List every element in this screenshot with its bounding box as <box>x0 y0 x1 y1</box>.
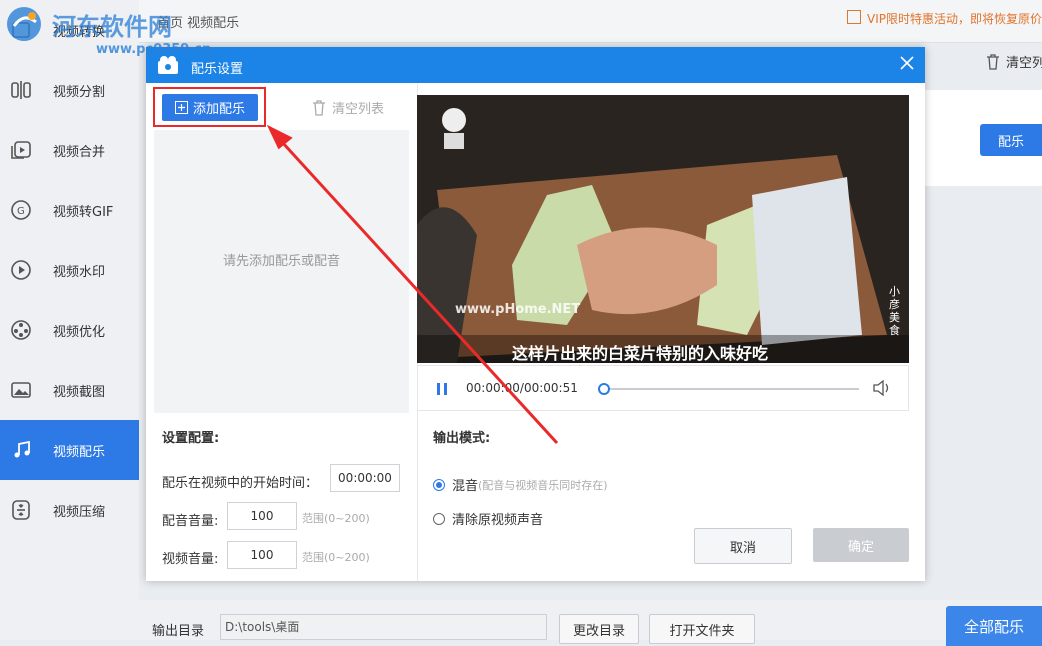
music-settings-dialog: 配乐设置 添加配乐 清空列表 请先添加配乐或配音 设置配置: 配乐在视频中的开始… <box>146 47 925 581</box>
mode-remove-audio-option[interactable]: 清除原视频声音 <box>433 509 543 528</box>
output-dir-label: 输出目录 <box>152 624 205 639</box>
clear-list-button[interactable]: 清空列表 <box>312 98 384 117</box>
video-site-watermark: www.pHome.NET <box>455 302 581 317</box>
watermark-url: www.pc0359.cn <box>96 42 212 57</box>
dub-volume-range: 范围(0~200) <box>302 512 370 525</box>
video-preview[interactable]: www.pHome.NET 这样片出来的白菜片特别的入味好吃 小彦美食 <box>417 95 909 363</box>
music-icon <box>10 439 32 461</box>
sidebar-item-label: 视频截图 <box>53 384 106 400</box>
config-title: 设置配置: <box>162 431 220 446</box>
sidebar-item-watermark[interactable]: 视频水印 <box>0 240 139 300</box>
all-dub-button[interactable]: 全部配乐 <box>946 606 1042 646</box>
app-logo-icon <box>158 56 178 74</box>
clear-all-button[interactable]: 清空列表 <box>986 52 1042 71</box>
video-subtitle: 这样片出来的白菜片特别的入味好吃 <box>512 344 769 363</box>
optimize-icon <box>10 319 32 341</box>
radio-button[interactable] <box>433 512 445 525</box>
vip-promo-link[interactable]: VIP限时特惠活动，即将恢复原价 <box>847 10 1042 27</box>
confirm-button[interactable]: 确定 <box>813 528 909 562</box>
sidebar-item-music[interactable]: 视频配乐 <box>0 420 139 480</box>
sidebar-item-split[interactable]: 视频分割 <box>0 60 139 120</box>
split-icon <box>10 79 32 101</box>
annotation-highlight-box <box>153 87 266 127</box>
sidebar-item-compress[interactable]: 视频压缩 <box>0 480 139 540</box>
sidebar-item-label: 视频水印 <box>53 264 106 280</box>
dub-volume-label: 配音音量: <box>162 514 219 529</box>
sidebar: 视频转换 视频分割 视频合并 G 视频转GIF 视频水印 视频优化 视频截图 视… <box>0 0 139 640</box>
merge-icon <box>10 139 32 161</box>
video-frame <box>417 95 909 363</box>
video-side-text: 小彦美食 <box>889 285 900 337</box>
gift-icon <box>847 10 861 24</box>
radio-button[interactable] <box>433 478 445 491</box>
sidebar-item-label: 视频转GIF <box>53 204 114 220</box>
watermark-logo <box>7 7 41 41</box>
trash-icon <box>987 53 999 70</box>
dialog-header: 配乐设置 <box>146 47 925 83</box>
mode-remove-audio-label: 清除原视频声音 <box>452 513 544 528</box>
watermark-title: 河东软件网 <box>52 11 172 41</box>
watermark-icon <box>10 259 32 281</box>
sidebar-item-label: 视频合并 <box>53 144 106 160</box>
gif-icon: G <box>10 199 32 221</box>
sidebar-item-merge[interactable]: 视频合并 <box>0 120 139 180</box>
close-icon[interactable] <box>899 55 915 71</box>
music-list: 请先添加配乐或配音 <box>154 130 409 413</box>
cancel-button[interactable]: 取消 <box>694 528 792 564</box>
bottom-bar: 输出目录 D:\tools\桌面 更改目录 打开文件夹 全部配乐 <box>139 600 1042 646</box>
dialog-title: 配乐设置 <box>191 62 244 77</box>
mode-mix-option[interactable]: 混音 (配音与视频音乐同时存在) <box>433 475 608 494</box>
video-volume-input[interactable]: 100 <box>227 541 297 569</box>
video-volume-range: 范围(0~200) <box>302 551 370 564</box>
sidebar-item-label: 视频优化 <box>53 324 106 340</box>
svg-text:G: G <box>17 206 25 217</box>
clear-all-label: 清空列表 <box>1006 56 1042 71</box>
player-controls: 00:00:00/00:00:51 <box>417 365 909 411</box>
start-time-input[interactable]: 00:00:00 <box>330 464 400 492</box>
sidebar-item-optimize[interactable]: 视频优化 <box>0 300 139 360</box>
screenshot-icon <box>10 379 32 401</box>
top-bar: 首页 视频配乐 VIP限时特惠活动，即将恢复原价 <box>139 0 1042 43</box>
sidebar-item-label: 视频配乐 <box>53 444 106 460</box>
mode-mix-hint: (配音与视频音乐同时存在) <box>478 478 608 492</box>
sidebar-item-label: 视频压缩 <box>53 504 106 520</box>
vip-promo-text: VIP限时特惠活动，即将恢复原价 <box>867 12 1042 26</box>
dub-volume-input[interactable]: 100 <box>227 502 297 530</box>
sidebar-item-screenshot[interactable]: 视频截图 <box>0 360 139 420</box>
compress-icon <box>10 499 32 521</box>
empty-hint: 请先添加配乐或配音 <box>222 254 340 269</box>
volume-icon[interactable] <box>873 380 891 396</box>
playback-time: 00:00:00/00:00:51 <box>466 381 578 395</box>
sidebar-item-label: 视频分割 <box>53 84 106 100</box>
output-dir-field[interactable]: D:\tools\桌面 <box>220 614 547 640</box>
site-watermark: 河东软件网 www.pc0359.cn <box>4 4 211 57</box>
dub-button[interactable]: 配乐 <box>980 124 1042 156</box>
pause-icon[interactable] <box>435 382 449 396</box>
progress-track[interactable] <box>602 388 859 390</box>
mode-mix-label: 混音 <box>452 479 479 494</box>
output-mode-title: 输出模式: <box>433 431 491 446</box>
start-time-label: 配乐在视频中的开始时间： <box>162 476 319 491</box>
progress-handle[interactable] <box>598 383 610 395</box>
video-volume-label: 视频音量: <box>162 552 219 567</box>
clear-list-label: 清空列表 <box>332 102 385 117</box>
trash-icon <box>313 99 325 116</box>
sidebar-item-gif[interactable]: G 视频转GIF <box>0 180 139 240</box>
